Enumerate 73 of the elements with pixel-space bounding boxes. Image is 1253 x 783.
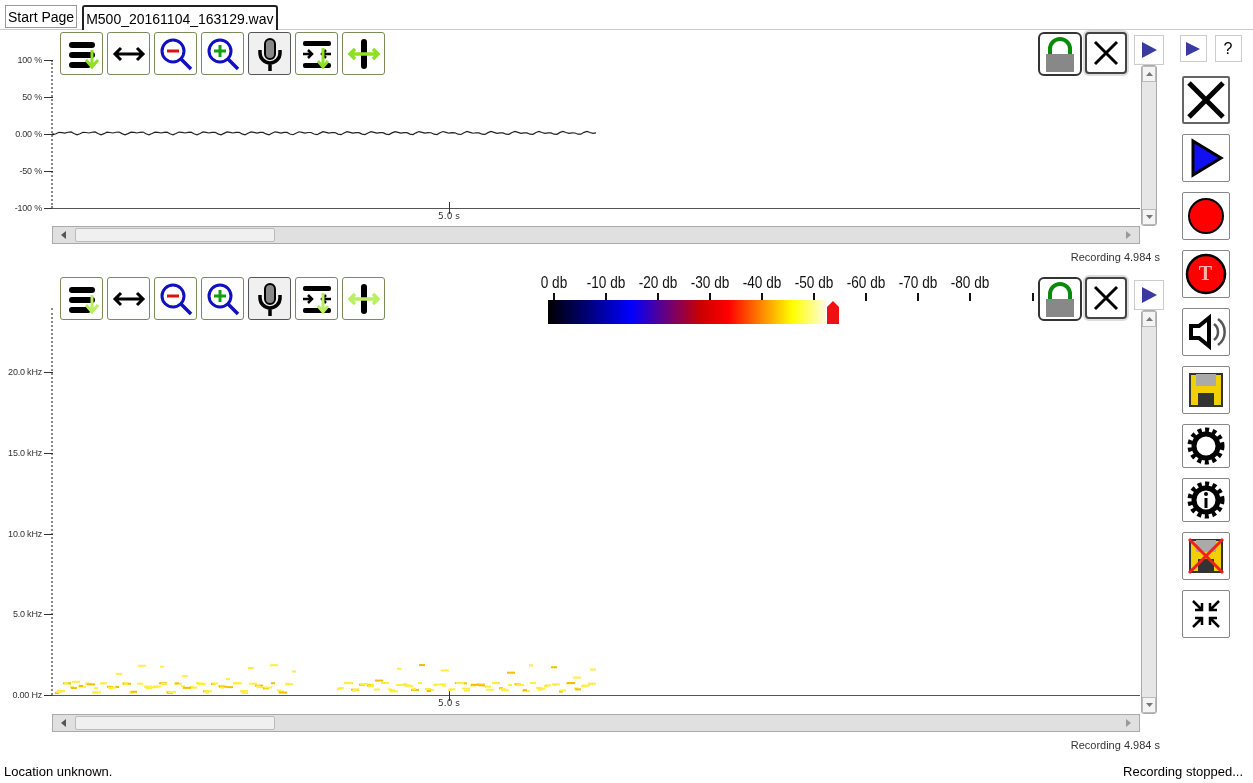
close-button[interactable] — [1085, 277, 1127, 319]
y-axis-label: 15.0 kHz — [8, 447, 43, 458]
play-button[interactable] — [1134, 35, 1164, 65]
close-button[interactable] — [1181, 76, 1230, 124]
horizontal-scrollbar[interactable] — [52, 226, 1140, 244]
y-axis-label: 100 % — [17, 55, 43, 65]
location-status: Location unknown. — [4, 764, 113, 779]
play-button[interactable] — [1134, 280, 1164, 310]
y-axis-label: -100 % — [14, 203, 43, 213]
scale-label: -60 db — [846, 274, 886, 292]
scale-label: 0 db — [540, 274, 568, 292]
record-button[interactable] — [1181, 192, 1230, 240]
list-arrow-button[interactable] — [60, 32, 103, 75]
scale-label: -70 db — [898, 274, 938, 292]
scale-label: -80 db — [950, 274, 990, 292]
speaker-button[interactable] — [1181, 308, 1230, 356]
close-icon — [1184, 79, 1227, 121]
tab[interactable]: Start Page — [5, 5, 78, 28]
y-axis-label: 20.0 kHz — [8, 367, 43, 377]
zoom-out-button[interactable] — [154, 32, 197, 75]
info-button[interactable] — [1181, 478, 1230, 522]
horizontal-scrollbar[interactable] — [52, 714, 1140, 732]
scale-label: -40 db — [742, 274, 782, 292]
settings-button[interactable] — [1181, 424, 1230, 468]
up-arrow-icon — [1145, 72, 1153, 76]
scale-label: -10 db — [586, 274, 626, 292]
microphone-button[interactable] — [248, 277, 291, 320]
recording-duration: Recording 4.984 s — [1070, 739, 1160, 751]
play-button[interactable] — [1179, 35, 1207, 62]
crosshair-arrows-button[interactable] — [342, 277, 385, 320]
zoom-out-button[interactable] — [154, 277, 197, 320]
collapse-button[interactable] — [1181, 590, 1230, 638]
lock-button[interactable] — [1038, 277, 1082, 321]
zoom-in-button[interactable] — [201, 32, 244, 75]
y-axis-label: 0.00 Hz — [12, 690, 43, 700]
play-icon — [1140, 286, 1158, 304]
list-arrow-button[interactable] — [60, 277, 103, 320]
horizontal-arrow-button[interactable] — [107, 277, 150, 320]
close-icon — [1091, 283, 1121, 313]
tab[interactable]: M500_20161104_163129.wav — [82, 5, 278, 30]
x-axis-label: 5.0 s — [438, 698, 460, 708]
vertical-scrollbar[interactable] — [1141, 310, 1157, 714]
y-axis-label: 0.00 % — [15, 129, 43, 139]
save-button[interactable] — [1181, 366, 1230, 414]
vertical-scrollbar[interactable] — [1141, 65, 1157, 226]
close-icon — [1091, 38, 1121, 68]
y-axis-label: 5.0 kHz — [12, 609, 43, 620]
crosshair-arrows-button[interactable] — [342, 32, 385, 75]
merge-arrows-button[interactable] — [295, 32, 338, 75]
down-arrow-icon — [1145, 703, 1153, 707]
record-icon — [1184, 253, 1227, 295]
scale-label: -50 db — [794, 274, 834, 292]
recording-duration: Recording 4.984 s — [1070, 251, 1160, 263]
horizontal-arrow-button[interactable] — [107, 32, 150, 75]
y-axis-label: 50 % — [22, 92, 43, 102]
help-button[interactable]: ? — [1214, 35, 1242, 62]
y-axis-label: 10.0 kHz — [8, 528, 43, 539]
y-axis-label: -50 % — [19, 166, 43, 176]
x-axis-label: 5.0 s — [438, 211, 460, 221]
play-icon — [1185, 40, 1201, 57]
merge-arrows-button[interactable] — [295, 277, 338, 320]
zoom-in-button[interactable] — [201, 277, 244, 320]
scale-label: -30 db — [690, 274, 730, 292]
recording-status: Recording stopped... — [1123, 764, 1243, 779]
microphone-button[interactable] — [248, 32, 291, 75]
play-button[interactable] — [1181, 134, 1230, 182]
up-arrow-icon — [1145, 317, 1153, 321]
scale-label: -20 db — [638, 274, 678, 292]
play-icon — [1140, 41, 1158, 59]
lock-button[interactable] — [1038, 32, 1082, 76]
discard-save-button[interactable] — [1181, 532, 1230, 580]
close-button[interactable] — [1085, 32, 1127, 74]
down-arrow-icon — [1145, 215, 1153, 219]
